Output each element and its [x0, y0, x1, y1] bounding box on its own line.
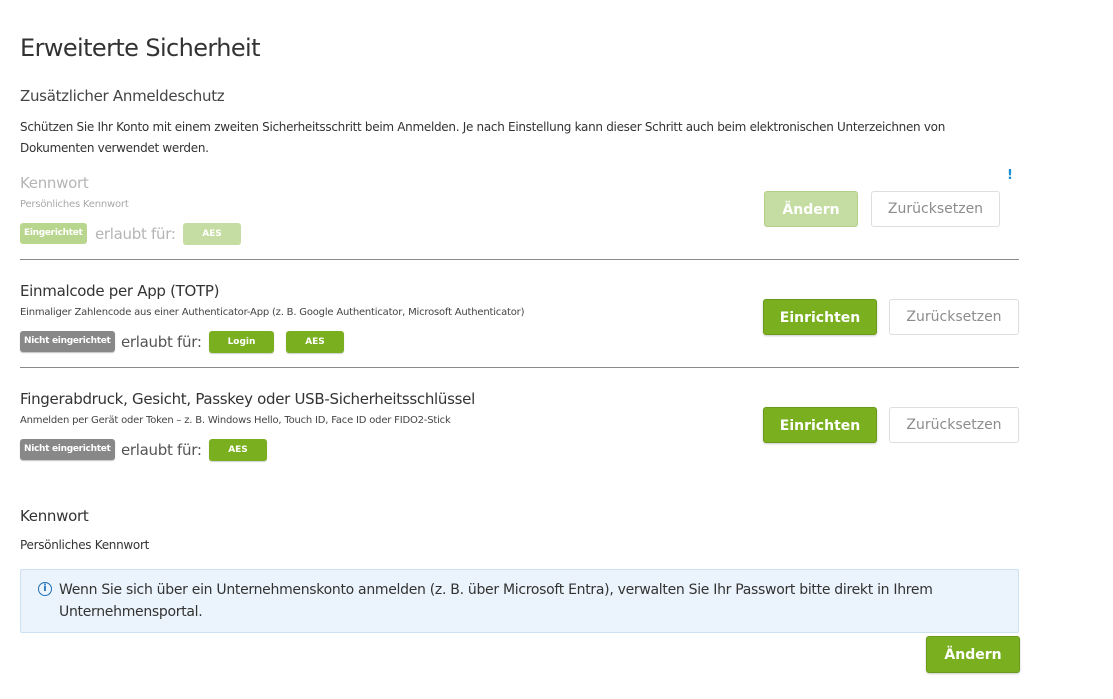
section-title: Zusätzlicher Anmeldeschutz: [20, 87, 225, 105]
section-description: Schützen Sie Ihr Konto mit einem zweiten…: [20, 120, 946, 155]
info-icon: i: [38, 582, 52, 596]
setup-button[interactable]: Einrichten: [763, 407, 877, 443]
tag-aes: AES: [183, 223, 241, 245]
allowed-label: erlaubt für:: [121, 441, 202, 459]
reset-button[interactable]: Zurücksetzen: [889, 407, 1019, 443]
reset-button[interactable]: Zurücksetzen: [871, 191, 1000, 227]
method-subtitle: Persönliches Kennwort: [20, 199, 129, 210]
status-badge: Nicht eingerichtet: [20, 439, 115, 460]
allowed-label: erlaubt für:: [95, 225, 176, 243]
method-subtitle: Anmelden per Gerät oder Token – z. B. Wi…: [20, 415, 451, 426]
method-totp: Einmalcode per App (TOTP) Einmaliger Zah…: [20, 282, 1019, 368]
password-title: Kennwort: [20, 507, 89, 525]
tag-aes: AES: [286, 331, 344, 353]
change-password-button[interactable]: Ändern: [926, 636, 1020, 673]
method-subtitle: Einmaliger Zahlencode aus einer Authenti…: [20, 307, 525, 318]
info-text: Wenn Sie sich über ein Unternehmenskonto…: [59, 582, 933, 620]
tag-login: Login: [209, 331, 274, 353]
reset-button[interactable]: Zurücksetzen: [889, 299, 1019, 335]
info-box: i Wenn Sie sich über ein Unternehmenskon…: [20, 569, 1019, 633]
password-subtitle: Persönliches Kennwort: [20, 538, 150, 552]
method-password: Kennwort Persönliches Kennwort Eingerich…: [20, 168, 1019, 260]
page-title: Erweiterte Sicherheit: [20, 34, 261, 62]
setup-button[interactable]: Einrichten: [763, 299, 877, 335]
method-name: Einmalcode per App (TOTP): [20, 282, 220, 300]
warning-icon: !: [1007, 168, 1013, 183]
method-name: Kennwort: [20, 174, 89, 192]
allowed-label: erlaubt für:: [121, 333, 202, 351]
status-badge: Nicht eingerichtet: [20, 331, 115, 352]
method-passkey: Fingerabdruck, Gesicht, Passkey oder USB…: [20, 390, 1019, 475]
method-name: Fingerabdruck, Gesicht, Passkey oder USB…: [20, 390, 475, 408]
change-button[interactable]: Ändern: [764, 191, 858, 227]
tag-aes: AES: [209, 439, 267, 461]
status-badge: Eingerichtet: [20, 223, 87, 244]
